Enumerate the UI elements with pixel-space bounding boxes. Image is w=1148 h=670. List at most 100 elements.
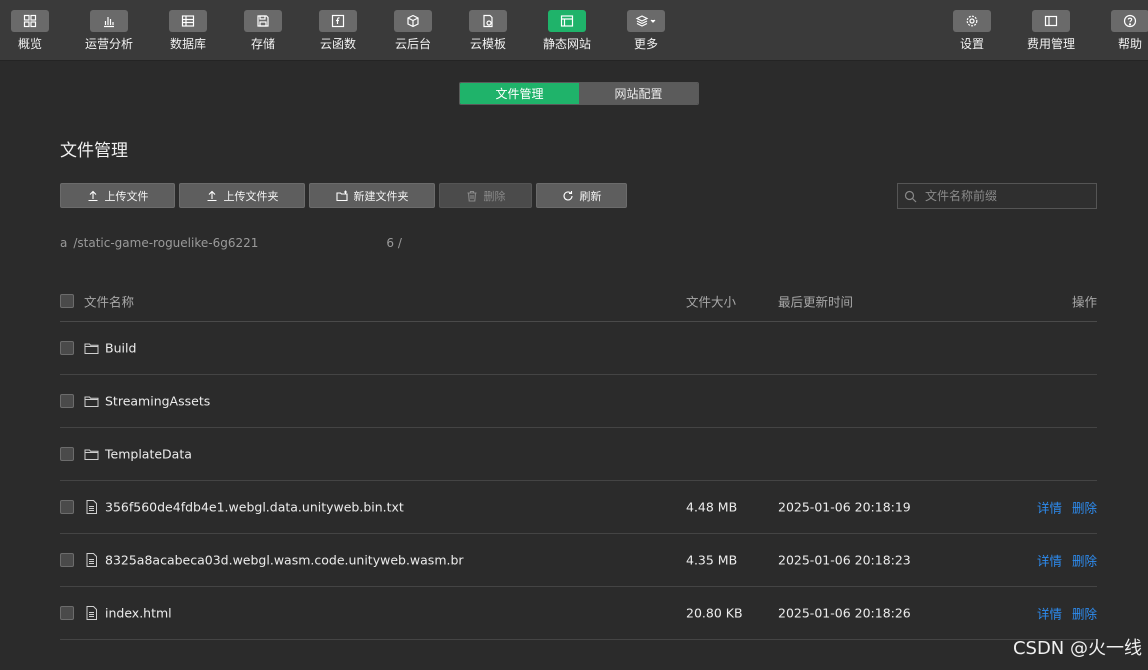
file-name: 8325a8acabeca03d.webgl.wasm.code.unitywe… xyxy=(105,552,464,568)
help-icon xyxy=(1111,10,1148,32)
bar-chart-icon xyxy=(90,10,128,32)
upload-icon xyxy=(207,190,216,201)
upload-file-button[interactable]: 上传文件 xyxy=(60,183,175,208)
button-label: 删除 xyxy=(483,189,506,203)
button-label: 刷新 xyxy=(579,189,602,203)
toolbar-item-static-website[interactable]: 静态网站 xyxy=(532,10,602,58)
layers-icon xyxy=(627,10,665,32)
toolbar-item-help[interactable]: 帮助 xyxy=(1095,10,1148,58)
file-time: 2025-01-06 20:18:19 xyxy=(778,499,911,515)
folder-icon xyxy=(84,449,99,460)
file-name-cell[interactable]: Build xyxy=(84,341,136,356)
toolbar-item-billing[interactable]: 费用管理 xyxy=(1016,10,1086,58)
delete-button[interactable]: 删除 xyxy=(439,183,532,208)
breadcrumb: a /static-game-roguelike-6g6221 6 / xyxy=(60,236,402,250)
table-row: TemplateData xyxy=(60,428,1097,481)
file-time: 2025-01-06 20:18:23 xyxy=(778,552,911,568)
row-checkbox[interactable] xyxy=(60,553,74,567)
table-row: StreamingAssets xyxy=(60,375,1097,428)
row-checkbox[interactable] xyxy=(60,606,74,620)
dashboard-icon xyxy=(11,10,49,32)
header-name: 文件名称 xyxy=(84,294,135,309)
search-box xyxy=(897,183,1097,209)
file-name: TemplateData xyxy=(105,446,192,462)
toolbar-label: 帮助 xyxy=(1117,37,1142,51)
redacted-mask xyxy=(262,237,383,249)
button-label: 上传文件夹 xyxy=(223,189,279,203)
view-tabs: 文件管理 网站配置 xyxy=(459,82,699,105)
delete-link[interactable]: 删除 xyxy=(1072,604,1097,623)
row-checkbox[interactable] xyxy=(60,394,74,408)
path-middle: /static-game-roguelike-6g6221 xyxy=(73,236,259,250)
row-checkbox[interactable] xyxy=(60,500,74,514)
detail-link[interactable]: 详情 xyxy=(1037,604,1062,623)
function-icon xyxy=(319,10,357,32)
header-time: 最后更新时间 xyxy=(778,294,854,309)
storage-icon xyxy=(244,10,282,32)
template-icon xyxy=(469,10,507,32)
toolbar-item-analytics[interactable]: 运营分析 xyxy=(74,10,144,58)
button-label: 上传文件 xyxy=(104,189,149,203)
file-time: 2025-01-06 20:18:26 xyxy=(778,605,911,621)
toolbar-label: 云模板 xyxy=(469,37,506,51)
toolbar-item-settings[interactable]: 设置 xyxy=(937,10,1007,58)
table-header: 文件名称 文件大小 最后更新时间 操作 xyxy=(60,280,1097,322)
button-label: 新建文件夹 xyxy=(353,189,409,203)
folder-plus-icon xyxy=(335,190,348,201)
file-icon xyxy=(86,606,97,620)
file-name: StreamingAssets xyxy=(105,393,211,409)
top-toolbar: 概览 运营分析 数据库 存储 云函数 云后台 云模板 静态网站 更多 设置 费用… xyxy=(0,0,1148,61)
toolbar-item-overview[interactable]: 概览 xyxy=(0,10,65,58)
row-actions: 详情 删除 xyxy=(1037,551,1097,570)
toolbar-item-functions[interactable]: 云函数 xyxy=(303,10,373,58)
toolbar-item-more[interactable]: 更多 xyxy=(611,10,681,58)
table-row: 8325a8acabeca03d.webgl.wasm.code.unitywe… xyxy=(60,534,1097,587)
file-name-cell[interactable]: StreamingAssets xyxy=(84,394,210,409)
detail-link[interactable]: 详情 xyxy=(1037,551,1062,570)
delete-link[interactable]: 删除 xyxy=(1072,498,1097,517)
file-size: 4.35 MB xyxy=(686,552,738,568)
file-name-cell[interactable]: 8325a8acabeca03d.webgl.wasm.code.unitywe… xyxy=(84,553,464,568)
row-actions: 详情 删除 xyxy=(1037,604,1097,623)
upload-folder-button[interactable]: 上传文件夹 xyxy=(179,183,305,208)
file-name-cell[interactable]: index.html xyxy=(84,606,172,621)
tab-file-management[interactable]: 文件管理 xyxy=(460,83,579,104)
path-end: 6 / xyxy=(386,236,402,250)
watermark: CSDN @火一线 xyxy=(1012,638,1142,659)
toolbar-label: 存储 xyxy=(250,37,275,51)
refresh-button[interactable]: 刷新 xyxy=(536,183,627,208)
file-name-cell[interactable]: 356f560de4fdb4e1.webgl.data.unityweb.bin… xyxy=(84,500,404,515)
billing-icon xyxy=(1032,10,1070,32)
toolbar-label: 概览 xyxy=(17,37,42,51)
file-name-cell[interactable]: TemplateData xyxy=(84,447,192,462)
header-size: 文件大小 xyxy=(686,294,737,309)
file-name: Build xyxy=(105,340,137,356)
refresh-icon xyxy=(562,190,573,200)
upload-icon xyxy=(88,190,97,201)
table-row: index.html 20.80 KB 2025-01-06 20:18:26 … xyxy=(60,587,1097,640)
tab-website-config[interactable]: 网站配置 xyxy=(579,83,698,104)
row-checkbox[interactable] xyxy=(60,341,74,355)
toolbar-label: 运营分析 xyxy=(84,37,133,51)
search-icon xyxy=(904,190,917,202)
file-name: 356f560de4fdb4e1.webgl.data.unityweb.bin… xyxy=(105,499,404,515)
row-checkbox[interactable] xyxy=(60,447,74,461)
database-icon xyxy=(169,10,207,32)
new-folder-button[interactable]: 新建文件夹 xyxy=(309,183,435,208)
toolbar-label: 费用管理 xyxy=(1026,37,1075,51)
search-input[interactable] xyxy=(923,188,1087,204)
detail-link[interactable]: 详情 xyxy=(1037,498,1062,517)
toolbar-item-cloud-backend[interactable]: 云后台 xyxy=(378,10,448,58)
header-ops: 操作 xyxy=(1071,294,1097,309)
toolbar-item-storage[interactable]: 存储 xyxy=(228,10,298,58)
select-all-checkbox[interactable] xyxy=(60,293,74,308)
trash-icon xyxy=(467,190,476,202)
delete-link[interactable]: 删除 xyxy=(1072,551,1097,570)
folder-icon xyxy=(84,343,99,354)
toolbar-label: 更多 xyxy=(633,37,658,51)
file-icon xyxy=(86,553,97,567)
toolbar-label: 云后台 xyxy=(394,37,431,51)
toolbar-item-cloud-template[interactable]: 云模板 xyxy=(453,10,523,58)
row-actions: 详情 删除 xyxy=(1037,498,1097,517)
toolbar-item-database[interactable]: 数据库 xyxy=(153,10,223,58)
